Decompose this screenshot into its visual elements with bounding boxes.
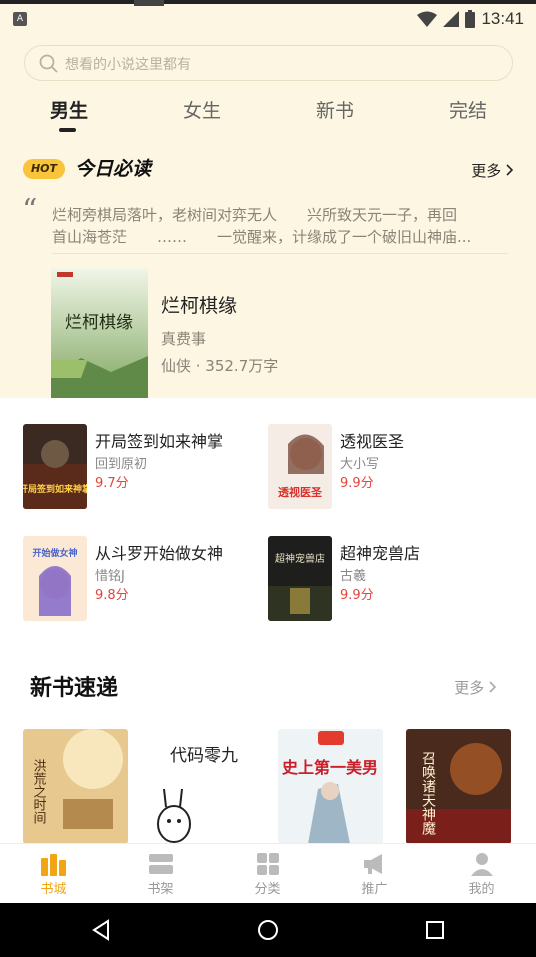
search-bar[interactable]: 想看的小说这里都有 <box>24 45 513 81</box>
category-tabs: 男生 女生 新书 完结 <box>0 94 536 138</box>
back-icon[interactable] <box>90 919 112 941</box>
notification-icon: A <box>13 12 27 26</box>
book-cover: 超神宠兽店 <box>268 536 332 621</box>
cover-title: 超神宠兽店 <box>275 552 325 565</box>
book-author: 回到原初 <box>95 457 148 472</box>
nav-category[interactable]: 分类 <box>214 844 321 904</box>
section-title-new-books: 新书速递 <box>30 675 119 701</box>
nav-promotion[interactable]: 推广 <box>321 844 428 904</box>
book-cover: 透视医圣 <box>268 424 332 509</box>
book-score: 9.9分 <box>340 588 374 603</box>
status-icons: 13:41 <box>417 9 524 29</box>
bookstore-icon <box>41 854 66 876</box>
new-books-more-link[interactable]: 更多 <box>454 677 497 698</box>
book-cover: 开始做女神 <box>23 536 87 621</box>
search-placeholder: 想看的小说这里都有 <box>65 57 191 73</box>
book-author: 惜铭J <box>95 569 125 584</box>
tab-indicator <box>59 128 76 132</box>
clock: 13:41 <box>481 9 524 28</box>
book-score: 9.7分 <box>95 476 129 491</box>
new-book-cover[interactable]: 代码零九 <box>152 729 257 844</box>
nav-label: 推广 <box>361 882 388 897</box>
book-item[interactable]: 开局签到如来神掌 开局签到如来神掌 回到原初 9.7分 <box>23 424 263 512</box>
cover-title: 开局签到如来神掌 <box>23 483 87 495</box>
feature-book-meta: 仙侠 · 352.7万字 <box>161 357 279 375</box>
feature-book-title[interactable]: 烂柯棋缘 <box>161 291 237 318</box>
cover-title: 洪荒之时间 <box>31 759 47 824</box>
cover-title: 召唤诸天神魔 <box>420 751 436 836</box>
quote-line-2: 首山海苍茫 …… 一觉醒来，计缘成了一个破旧山神庙... <box>52 228 472 246</box>
nav-bookstore[interactable]: 书城 <box>0 844 107 904</box>
cover-title: 代码零九 <box>170 746 238 766</box>
book-cover: 开局签到如来神掌 <box>23 424 87 509</box>
megaphone-icon <box>364 854 382 874</box>
wifi-icon <box>417 11 438 27</box>
status-bar: A 13:41 <box>0 0 536 38</box>
home-icon[interactable] <box>257 919 279 941</box>
recents-icon[interactable] <box>424 919 446 941</box>
tab-female[interactable]: 女生 <box>183 96 221 123</box>
top-edge <box>0 0 536 4</box>
book-author: 大小写 <box>340 457 380 472</box>
tab-new[interactable]: 新书 <box>316 96 354 123</box>
new-book-cover[interactable]: 召唤诸天神魔 <box>406 729 511 844</box>
bottom-navigation: 书城 书架 分类 推广 我的 <box>0 843 536 903</box>
category-icon <box>257 853 279 875</box>
nav-profile[interactable]: 我的 <box>428 844 535 904</box>
daily-more-link[interactable]: 更多 <box>471 160 514 181</box>
book-score: 9.8分 <box>95 588 129 603</box>
daily-quote[interactable]: 烂柯旁棋局落叶，老树间对弈无人 兴所致天元一子，再回 首山海苍茫 …… 一觉醒来… <box>52 204 500 248</box>
system-navigation-bar <box>0 903 536 957</box>
app-screen: A 13:41 想看的小说这里都有 男生 女生 新书 完结 HOT 今日必读 更… <box>0 0 536 957</box>
chevron-right-icon <box>506 164 514 176</box>
new-book-cover[interactable]: 洪荒之时间 <box>23 729 128 844</box>
chevron-right-icon <box>489 681 497 693</box>
nav-label: 书城 <box>40 882 67 897</box>
quote-icon: “ <box>22 193 38 228</box>
cover-title: 史上第一美男 <box>282 758 378 777</box>
book-title: 开局签到如来神掌 <box>95 432 224 451</box>
quote-line-1: 烂柯旁棋局落叶，老树间对弈无人 兴所致天元一子，再回 <box>52 206 458 224</box>
book-title: 透视医圣 <box>340 432 405 451</box>
nav-label: 我的 <box>468 882 495 897</box>
hot-badge: HOT <box>23 159 65 179</box>
feature-book-cover[interactable]: 烂柯棋缘 <box>51 268 148 398</box>
book-score: 9.9分 <box>340 476 374 491</box>
new-book-cover[interactable]: 史上第一美男 <box>278 729 383 844</box>
book-item[interactable]: 透视医圣 透视医圣 大小写 9.9分 <box>268 424 508 512</box>
signal-icon <box>443 11 460 27</box>
book-author: 古羲 <box>340 569 367 584</box>
search-icon <box>39 54 58 73</box>
nav-bookshelf[interactable]: 书架 <box>107 844 214 904</box>
cover-title: 开始做女神 <box>32 547 77 559</box>
section-title-daily: 今日必读 <box>75 158 152 180</box>
book-title: 从斗罗开始做女神 <box>95 544 224 563</box>
book-item[interactable]: 开始做女神 从斗罗开始做女神 惜铭J 9.8分 <box>23 536 263 624</box>
divider <box>52 253 508 254</box>
tab-male[interactable]: 男生 <box>50 96 88 123</box>
profile-icon <box>471 853 493 876</box>
more-label: 更多 <box>471 162 502 180</box>
cover-art: 烂柯棋缘 <box>51 268 148 398</box>
top-notch <box>134 0 164 6</box>
nav-label: 书架 <box>147 882 174 897</box>
book-item[interactable]: 超神宠兽店 超神宠兽店 古羲 9.9分 <box>268 536 508 624</box>
battery-icon <box>465 10 476 28</box>
bookshelf-icon <box>149 854 173 874</box>
more-label: 更多 <box>454 679 485 697</box>
book-title: 超神宠兽店 <box>340 544 421 563</box>
cover-title: 烂柯棋缘 <box>65 313 133 333</box>
cover-title: 透视医圣 <box>278 485 323 499</box>
tab-finished[interactable]: 完结 <box>449 96 487 123</box>
feature-book-author: 真费事 <box>161 330 207 348</box>
nav-label: 分类 <box>254 882 281 897</box>
